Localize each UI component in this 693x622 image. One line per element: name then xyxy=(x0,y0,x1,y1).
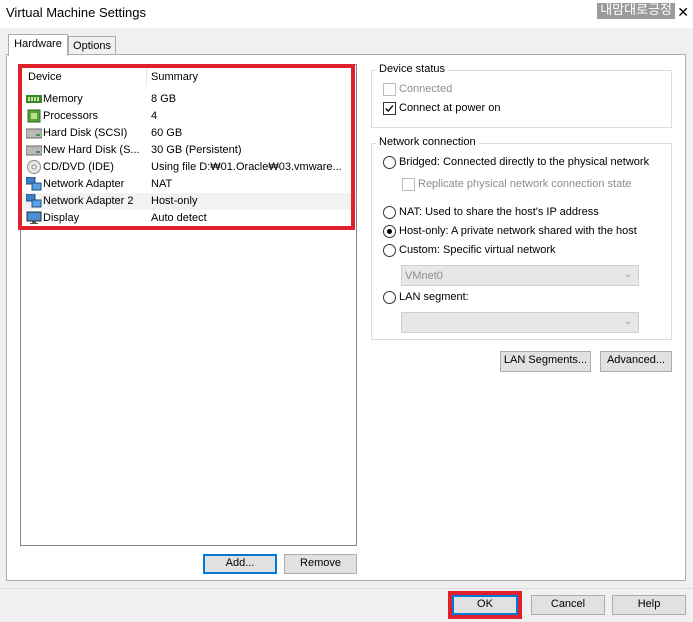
watermark: 내맘대로긍정 xyxy=(597,3,675,19)
bridged-label: Bridged: Connected directly to the physi… xyxy=(399,156,650,168)
connect-at-power-on-checkbox[interactable] xyxy=(383,102,396,115)
add-button[interactable]: Add... xyxy=(203,554,277,574)
custom-label: Custom: Specific virtual network xyxy=(399,244,556,256)
device-list-highlight xyxy=(18,64,355,230)
custom-network-select[interactable]: VMnet0 ⌄ xyxy=(401,265,639,286)
footer-separator xyxy=(0,588,693,589)
nat-label: NAT: Used to share the host's IP address xyxy=(399,206,599,218)
device-status-legend: Device status xyxy=(376,63,449,75)
host-only-radio[interactable] xyxy=(383,225,396,238)
network-connection-group xyxy=(371,143,672,340)
lan-segment-label: LAN segment: xyxy=(399,291,469,303)
network-connection-legend: Network connection xyxy=(376,136,479,148)
chevron-down-icon: ⌄ xyxy=(623,316,632,327)
advanced-button[interactable]: Advanced... xyxy=(600,351,672,372)
connected-checkbox[interactable] xyxy=(383,83,396,96)
connected-label: Connected xyxy=(399,83,453,95)
title-bar: Virtual Machine Settings 내맘대로긍정 ✕ xyxy=(0,0,693,28)
remove-button[interactable]: Remove xyxy=(284,554,357,574)
tab-options[interactable]: Options xyxy=(68,36,116,55)
custom-network-select-value: VMnet0 xyxy=(405,270,443,282)
ok-button-highlight xyxy=(448,591,522,619)
chevron-down-icon: ⌄ xyxy=(623,269,632,280)
lan-segment-select[interactable]: ⌄ xyxy=(401,312,639,333)
nat-radio[interactable] xyxy=(383,206,396,219)
window-title: Virtual Machine Settings xyxy=(6,5,146,20)
bridged-radio[interactable] xyxy=(383,156,396,169)
help-button[interactable]: Help xyxy=(612,595,686,615)
tab-hardware[interactable]: Hardware xyxy=(8,34,68,56)
replicate-state-label: Replicate physical network connection st… xyxy=(418,178,632,190)
cancel-button[interactable]: Cancel xyxy=(531,595,605,615)
host-only-label: Host-only: A private network shared with… xyxy=(399,225,637,237)
close-icon[interactable]: ✕ xyxy=(677,3,689,21)
checkmark-icon xyxy=(385,105,394,113)
replicate-state-checkbox[interactable] xyxy=(402,178,415,191)
lan-segments-button[interactable]: LAN Segments... xyxy=(500,351,591,372)
custom-radio[interactable] xyxy=(383,244,396,257)
lan-segment-radio[interactable] xyxy=(383,291,396,304)
device-status-group xyxy=(371,70,672,128)
connect-at-power-on-label: Connect at power on xyxy=(399,102,501,114)
